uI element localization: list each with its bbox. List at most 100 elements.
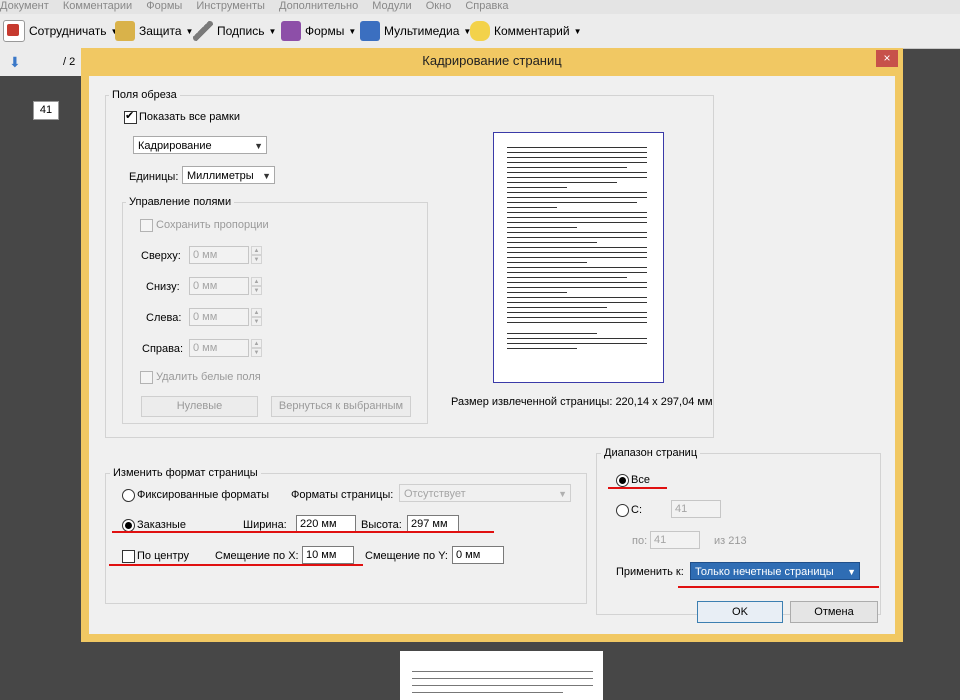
change-page-size-legend: Изменить формат страницы bbox=[110, 467, 261, 479]
revert-to-selection-button[interactable]: Вернуться к выбранным bbox=[271, 396, 411, 417]
cropped-page-size-text: Размер извлеченной страницы: 220,14 x 29… bbox=[451, 396, 713, 408]
forms-button[interactable]: Формы ▼ bbox=[281, 20, 356, 42]
next-page-icon[interactable]: ⬇ bbox=[9, 54, 21, 71]
custom-size-label: Заказные bbox=[137, 519, 186, 531]
page-from-radio[interactable] bbox=[616, 504, 629, 517]
menu-item-tools[interactable]: Инструменты bbox=[196, 0, 265, 12]
page-formats-value: Отсутствует bbox=[404, 488, 466, 500]
page-range-legend: Диапазон страниц bbox=[601, 447, 701, 459]
toolbar: Сотрудничать▼ Защита▼ Подпись▼ Формы▼ Му… bbox=[0, 14, 960, 49]
collaborate-button[interactable]: Сотрудничать▼ bbox=[3, 20, 118, 42]
protect-label: Защита bbox=[139, 24, 182, 38]
menu-item-help[interactable]: Справка bbox=[465, 0, 508, 12]
offset-y-input[interactable]: 0 мм bbox=[452, 546, 504, 564]
page-preview bbox=[493, 132, 664, 383]
annotation-underline bbox=[112, 531, 494, 533]
comment-button[interactable]: Комментарий ▼ bbox=[470, 20, 582, 42]
bottom-margin-stepper[interactable]: ▲ ▼ bbox=[251, 277, 262, 296]
collaborate-icon bbox=[3, 20, 25, 42]
offset-y-label: Смещение по Y: bbox=[365, 550, 448, 562]
box-type-value: Кадрирование bbox=[138, 140, 212, 152]
keep-proportions-checkbox[interactable] bbox=[140, 219, 153, 232]
page-total-text: из 213 bbox=[714, 535, 747, 547]
sign-label: Подпись bbox=[217, 24, 265, 38]
left-margin-stepper[interactable]: ▲ ▼ bbox=[251, 308, 262, 327]
page-formats-select[interactable]: Отсутствует ▼ bbox=[399, 484, 571, 502]
menu-item-plugins[interactable]: Модули bbox=[372, 0, 411, 12]
annotation-underline bbox=[608, 487, 667, 489]
comment-label: Комментарий bbox=[494, 24, 570, 38]
top-margin-stepper[interactable]: ▲ ▼ bbox=[251, 246, 262, 265]
margin-controls-legend: Управление полями bbox=[126, 196, 235, 208]
right-margin-label: Справа: bbox=[142, 343, 184, 355]
menu-item-window[interactable]: Окно bbox=[426, 0, 452, 12]
close-button[interactable]: × bbox=[876, 50, 898, 67]
top-margin-input[interactable]: 0 мм bbox=[189, 246, 249, 264]
page-to-input[interactable]: 41 bbox=[650, 531, 700, 549]
right-margin-stepper[interactable]: ▲ ▼ bbox=[251, 339, 262, 358]
units-select[interactable]: Миллиметры ▼ bbox=[182, 166, 275, 184]
page-navigation: ⬇ 41 / 2 bbox=[0, 48, 82, 120]
apply-to-select[interactable]: Только нечетные страницы ▼ bbox=[690, 562, 860, 580]
height-label: Высота: bbox=[361, 519, 402, 531]
sign-button[interactable]: Подпись ▼ bbox=[193, 20, 276, 42]
page-from-label: С: bbox=[631, 504, 642, 516]
apply-to-value: Только нечетные страницы bbox=[695, 566, 834, 578]
bottom-margin-label: Снизу: bbox=[146, 281, 180, 293]
all-pages-radio[interactable] bbox=[616, 474, 629, 487]
multimedia-label: Мультимедиа bbox=[384, 24, 460, 38]
page-number-input[interactable]: 41 bbox=[33, 101, 59, 120]
menu-bar: Документ Комментарии Формы Инструменты Д… bbox=[0, 0, 960, 14]
apply-to-label: Применить к: bbox=[616, 566, 684, 578]
crop-pages-dialog: Кадрирование страниц × Поля обреза Показ… bbox=[81, 48, 903, 642]
document-page bbox=[400, 651, 603, 700]
right-margin-input[interactable]: 0 мм bbox=[189, 339, 249, 357]
ok-button[interactable]: OK bbox=[697, 601, 783, 623]
left-margin-label: Слева: bbox=[146, 312, 182, 324]
chevron-down-icon: ▼ bbox=[558, 489, 567, 499]
remove-white-margins-label: Удалить белые поля bbox=[156, 371, 261, 383]
cancel-button[interactable]: Отмена bbox=[790, 601, 878, 623]
page-total: / 2 bbox=[63, 56, 76, 68]
bottom-margin-input[interactable]: 0 мм bbox=[189, 277, 249, 295]
dialog-body: Поля обреза Показать все рамки Кадрирова… bbox=[89, 76, 895, 634]
show-all-boxes-label: Показать все рамки bbox=[139, 111, 240, 123]
chevron-down-icon: ▼ bbox=[254, 141, 263, 151]
dialog-title: Кадрирование страниц bbox=[422, 53, 562, 68]
left-margin-input[interactable]: 0 мм bbox=[189, 308, 249, 326]
annotation-underline bbox=[109, 564, 363, 566]
menu-item-forms[interactable]: Формы bbox=[146, 0, 182, 12]
multimedia-button[interactable]: Мультимедиа ▼ bbox=[360, 20, 471, 42]
zero-margins-button[interactable]: Нулевые bbox=[141, 396, 258, 417]
forms-icon bbox=[281, 21, 301, 41]
center-checkbox[interactable] bbox=[122, 550, 135, 563]
menu-item-advanced[interactable]: Дополнительно bbox=[279, 0, 358, 12]
top-margin-label: Сверху: bbox=[141, 250, 181, 262]
box-type-select[interactable]: Кадрирование ▼ bbox=[133, 136, 267, 154]
protect-button[interactable]: Защита ▼ bbox=[115, 20, 193, 42]
units-value: Миллиметры bbox=[187, 170, 254, 182]
offset-x-label: Смещение по X: bbox=[215, 550, 299, 562]
chevron-down-icon: ▼ bbox=[847, 567, 856, 577]
units-label: Единицы: bbox=[129, 171, 179, 183]
chevron-down-icon: ▼ bbox=[262, 171, 271, 181]
collaborate-label: Сотрудничать bbox=[29, 24, 107, 38]
width-label: Ширина: bbox=[243, 519, 287, 531]
fixed-formats-radio[interactable] bbox=[122, 489, 135, 502]
lock-icon bbox=[115, 21, 135, 41]
page-formats-label: Форматы страницы: bbox=[291, 489, 394, 501]
page-from-input[interactable]: 41 bbox=[671, 500, 721, 518]
multimedia-icon bbox=[360, 21, 380, 41]
show-all-boxes-checkbox[interactable] bbox=[124, 109, 137, 124]
page-to-label: по: bbox=[632, 535, 648, 547]
offset-x-input[interactable]: 10 мм bbox=[302, 546, 354, 564]
all-pages-label: Все bbox=[631, 474, 650, 486]
menu-item-comments[interactable]: Комментарии bbox=[63, 0, 132, 12]
remove-white-margins-checkbox[interactable] bbox=[140, 371, 153, 384]
crop-margins-legend: Поля обреза bbox=[109, 89, 180, 101]
keep-proportions-label: Сохранить пропорции bbox=[156, 219, 269, 231]
forms-label: Формы bbox=[305, 24, 345, 38]
menu-item-document[interactable]: Документ bbox=[0, 0, 49, 12]
comment-icon bbox=[470, 21, 490, 41]
center-label: По центру bbox=[137, 550, 189, 562]
